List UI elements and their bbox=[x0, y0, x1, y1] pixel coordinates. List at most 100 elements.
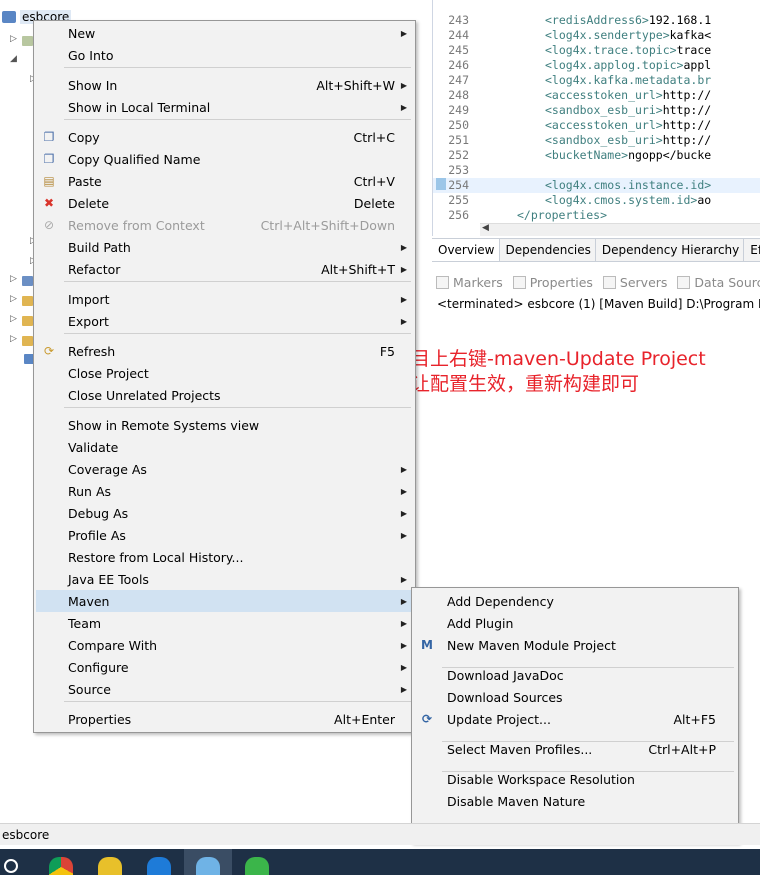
menu-item-label: Team bbox=[68, 615, 102, 631]
maven-item-download-sources[interactable]: Download Sources bbox=[414, 686, 736, 708]
menu-item-label: Profile As bbox=[68, 527, 126, 543]
menu-item-configure[interactable]: Configure ▶ bbox=[36, 656, 413, 678]
menu-item-label: Disable Maven Nature bbox=[447, 793, 586, 809]
tab-properties[interactable]: Properties bbox=[512, 275, 593, 290]
menu-item-remove-from-context[interactable]: ⊘ Remove from Context Ctrl+Alt+Shift+Down bbox=[36, 214, 413, 236]
pom-xml-editor[interactable]: 243 <redisAddress6>192.168.1 244 <log4x.sen… bbox=[432, 0, 760, 236]
menu-item-show-in[interactable]: Show In Alt+Shift+W ▶ bbox=[36, 74, 413, 96]
xml-value: 192.168.1 bbox=[648, 13, 712, 27]
cloud-app-icon[interactable] bbox=[196, 857, 220, 875]
menu-item-label: Download JavaDoc bbox=[447, 667, 564, 683]
menu-separator bbox=[64, 333, 411, 334]
menu-item-build-path[interactable]: Build Path ▶ bbox=[36, 236, 413, 258]
menu-item-copy-qualified-name[interactable]: ❐ Copy Qualified Name bbox=[36, 148, 413, 170]
folder-icon bbox=[22, 276, 33, 286]
menu-item-refresh[interactable]: ⟳ Refresh F5 bbox=[36, 340, 413, 362]
tab-effective-pom[interactable]: Effect bbox=[744, 239, 760, 261]
maven-item-add-dependency[interactable]: Add Dependency bbox=[414, 590, 736, 612]
annotation-line-2: ，让配置生效，重新构建即可 bbox=[392, 373, 640, 395]
menu-item-go-into[interactable]: Go Into bbox=[36, 44, 413, 66]
tab-markers[interactable]: Markers bbox=[436, 275, 503, 290]
menu-item-label: Add Dependency bbox=[447, 593, 554, 609]
menu-item-restore-from-local-history[interactable]: Restore from Local History... bbox=[36, 546, 413, 568]
submenu-arrow-icon: ▶ bbox=[400, 574, 407, 584]
menu-item-copy[interactable]: ❐ Copy Ctrl+C bbox=[36, 126, 413, 148]
maven-item-new-maven-module-project[interactable]: M New Maven Module Project bbox=[414, 634, 736, 656]
menu-item-team[interactable]: Team ▶ bbox=[36, 612, 413, 634]
expand-arrow-icon[interactable]: ▷ bbox=[10, 294, 17, 304]
line-number: 255 bbox=[448, 193, 469, 207]
menu-item-debug-as[interactable]: Debug As ▶ bbox=[36, 502, 413, 524]
maven-item-update-project[interactable]: ⟳ Update Project... Alt+F5 bbox=[414, 708, 736, 730]
menu-item-label: Copy bbox=[68, 129, 100, 145]
scroll-left-icon[interactable]: ◀ bbox=[482, 223, 489, 233]
menu-item-label: Debug As bbox=[68, 505, 129, 521]
search-icon[interactable] bbox=[4, 859, 18, 873]
code-text: <log4x.applog.topic>appl bbox=[545, 58, 711, 72]
menu-item-shortcut: Alt+Shift+W bbox=[316, 77, 395, 93]
menu-item-export[interactable]: Export ▶ bbox=[36, 310, 413, 332]
menu-item-delete[interactable]: ✖ Delete Delete bbox=[36, 192, 413, 214]
tab-dependencies[interactable]: Dependencies bbox=[500, 239, 596, 261]
tab-overview[interactable]: Overview bbox=[432, 239, 500, 261]
tab-data-source[interactable]: Data Sourc bbox=[677, 275, 760, 290]
data-source-icon bbox=[677, 275, 691, 289]
pinned-app-icon[interactable] bbox=[98, 857, 122, 875]
code-line: 244 <log4x.sendertype>kafka< bbox=[433, 28, 760, 43]
maven-item-add-plugin[interactable]: Add Plugin bbox=[414, 612, 736, 634]
menu-item-show-in-local-terminal[interactable]: Show in Local Terminal ▶ bbox=[36, 96, 413, 118]
maven-item-download-javadoc[interactable]: Download JavaDoc bbox=[414, 664, 736, 686]
editor-horizontal-scrollbar[interactable]: ◀ bbox=[480, 223, 760, 236]
tab-dependency-hierarchy[interactable]: Dependency Hierarchy bbox=[596, 239, 745, 261]
maven-item-disable-workspace-resolution[interactable]: Disable Workspace Resolution bbox=[414, 768, 736, 790]
menu-item-shortcut: Alt+F5 bbox=[673, 711, 716, 727]
menu-item-source[interactable]: Source ▶ bbox=[36, 678, 413, 700]
annotation-note: 项目上右键-maven-Update Project ，让配置生效，重新构建即可 bbox=[392, 347, 706, 397]
menu-item-java-ee-tools[interactable]: Java EE Tools ▶ bbox=[36, 568, 413, 590]
menu-item-run-as[interactable]: Run As ▶ bbox=[36, 480, 413, 502]
menu-item-show-in-remote-systems-view[interactable]: Show in Remote Systems view bbox=[36, 414, 413, 436]
tab-servers[interactable]: Servers bbox=[602, 275, 667, 290]
outlook-icon[interactable] bbox=[147, 857, 171, 875]
menu-item-label: Copy Qualified Name bbox=[68, 151, 201, 167]
expand-arrow-icon[interactable]: ▷ bbox=[10, 334, 17, 344]
tab-label: Markers bbox=[453, 274, 503, 290]
expand-arrow-icon[interactable]: ▷ bbox=[10, 314, 17, 324]
menu-separator bbox=[64, 119, 411, 120]
xml-value: ngopp</bucke bbox=[628, 148, 712, 162]
submenu-arrow-icon: ▶ bbox=[400, 596, 407, 606]
menu-item-label: Refactor bbox=[68, 261, 121, 277]
menu-item-new[interactable]: New ▶ bbox=[36, 22, 413, 44]
code-line: 254 <log4x.cmos.instance.id> bbox=[433, 178, 760, 193]
menu-item-validate[interactable]: Validate bbox=[36, 436, 413, 458]
xml-tag: <redisAddress6> bbox=[545, 13, 649, 27]
wechat-icon[interactable] bbox=[245, 857, 269, 875]
menu-item-close-unrelated-projects[interactable]: Close Unrelated Projects bbox=[36, 384, 413, 406]
menu-item-maven[interactable]: Maven ▶ bbox=[36, 590, 413, 612]
menu-item-refactor[interactable]: Refactor Alt+Shift+T ▶ bbox=[36, 258, 413, 280]
menu-item-label: New bbox=[68, 25, 96, 41]
expand-arrow-icon[interactable]: ◢ bbox=[10, 54, 17, 64]
code-line: 243 <redisAddress6>192.168.1 bbox=[433, 13, 760, 28]
submenu-arrow-icon: ▶ bbox=[400, 684, 407, 694]
code-text: </properties> bbox=[517, 208, 607, 222]
menu-item-label: Coverage As bbox=[68, 461, 147, 477]
menu-item-coverage-as[interactable]: Coverage As ▶ bbox=[36, 458, 413, 480]
menu-item-properties[interactable]: Properties Alt+Enter bbox=[36, 708, 413, 730]
menu-item-label: Validate bbox=[68, 439, 119, 455]
expand-arrow-icon[interactable]: ▷ bbox=[10, 34, 17, 44]
submenu-arrow-icon: ▶ bbox=[400, 294, 407, 304]
chrome-icon[interactable] bbox=[49, 857, 73, 875]
menu-item-paste[interactable]: ▤ Paste Ctrl+V bbox=[36, 170, 413, 192]
menu-item-compare-with[interactable]: Compare With ▶ bbox=[36, 634, 413, 656]
expand-arrow-icon[interactable]: ▷ bbox=[10, 274, 17, 284]
menu-item-profile-as[interactable]: Profile As ▶ bbox=[36, 524, 413, 546]
maven-item-select-maven-profiles[interactable]: Select Maven Profiles... Ctrl+Alt+P bbox=[414, 738, 736, 760]
maven-item-disable-maven-nature[interactable]: Disable Maven Nature bbox=[414, 790, 736, 812]
menu-item-import[interactable]: Import ▶ bbox=[36, 288, 413, 310]
menu-item-close-project[interactable]: Close Project bbox=[36, 362, 413, 384]
maven-module-icon: M bbox=[421, 638, 433, 652]
menu-item-shortcut: Ctrl+V bbox=[353, 173, 395, 189]
copy-icon: ❐ bbox=[43, 130, 55, 144]
maven-submenu: Add Dependency Add Plugin M New Maven Modul… bbox=[411, 587, 739, 843]
